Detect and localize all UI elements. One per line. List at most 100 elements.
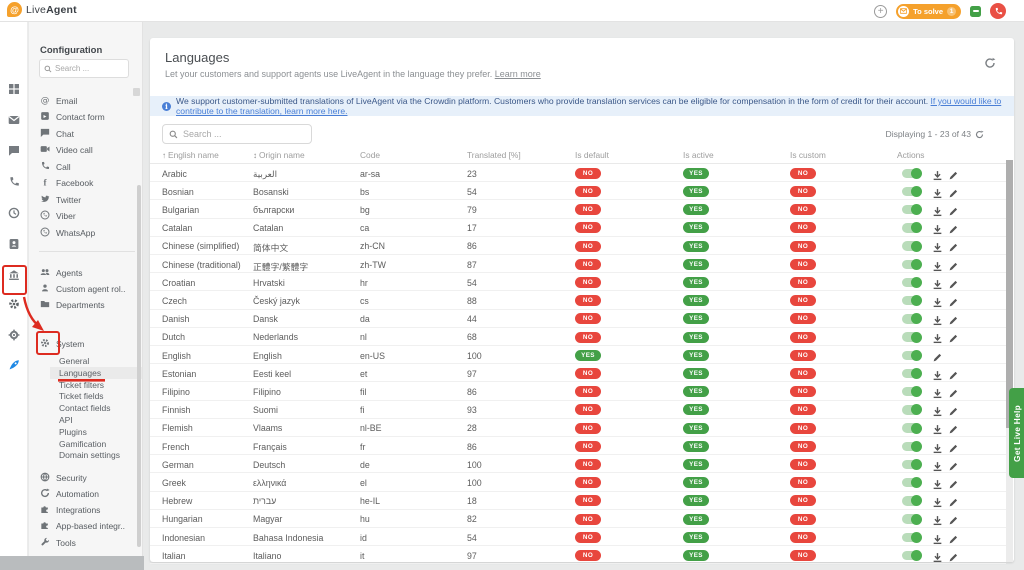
column-header-english-name[interactable]: ↑English name bbox=[162, 150, 219, 160]
refresh-icon[interactable] bbox=[975, 130, 984, 139]
learn-more-link[interactable]: Learn more bbox=[495, 69, 541, 79]
setup-icon[interactable] bbox=[8, 328, 20, 340]
active-toggle[interactable] bbox=[902, 442, 921, 452]
download-icon[interactable] bbox=[932, 295, 944, 307]
config-item-email[interactable]: @Email bbox=[40, 94, 77, 107]
config-item-video-call[interactable]: Video call bbox=[40, 144, 93, 157]
edit-icon[interactable] bbox=[948, 495, 960, 507]
active-toggle[interactable] bbox=[902, 405, 921, 415]
config-item-call[interactable]: Call bbox=[40, 160, 71, 173]
config-subitem-gamification[interactable]: Gamification bbox=[59, 438, 106, 450]
table-search-box[interactable] bbox=[162, 124, 312, 144]
active-toggle[interactable] bbox=[902, 278, 921, 288]
edit-icon[interactable] bbox=[948, 477, 960, 489]
edit-icon[interactable] bbox=[948, 404, 960, 416]
config-subitem-api[interactable]: API bbox=[59, 414, 73, 426]
download-icon[interactable] bbox=[932, 368, 944, 380]
active-toggle[interactable] bbox=[902, 369, 921, 379]
active-toggle[interactable] bbox=[902, 296, 921, 306]
active-toggle[interactable] bbox=[902, 314, 921, 324]
edit-icon[interactable] bbox=[948, 277, 960, 289]
active-toggle[interactable] bbox=[902, 387, 921, 397]
download-icon[interactable] bbox=[932, 331, 944, 343]
edit-icon[interactable] bbox=[948, 313, 960, 325]
active-toggle[interactable] bbox=[902, 533, 921, 543]
active-toggle[interactable] bbox=[902, 460, 921, 470]
config-subitem-general[interactable]: General bbox=[59, 355, 89, 367]
refresh-button[interactable] bbox=[984, 56, 996, 74]
chat-status-icon[interactable] bbox=[970, 6, 981, 17]
config-item-automation[interactable]: Automation bbox=[40, 487, 99, 500]
config-search-input[interactable] bbox=[55, 64, 117, 73]
edit-icon[interactable] bbox=[948, 240, 960, 252]
contacts-icon[interactable] bbox=[8, 237, 20, 249]
download-icon[interactable] bbox=[932, 422, 944, 434]
download-icon[interactable] bbox=[932, 495, 944, 507]
config-item-security[interactable]: Security bbox=[40, 471, 87, 484]
chat-icon[interactable] bbox=[8, 144, 20, 156]
liveagent-logo[interactable]: @ LiveAgent bbox=[7, 2, 77, 17]
edit-icon[interactable] bbox=[948, 295, 960, 307]
edit-icon[interactable] bbox=[948, 459, 960, 471]
config-item-app-based-integr-[interactable]: App-based integr.. bbox=[40, 520, 125, 533]
active-toggle[interactable] bbox=[902, 187, 921, 197]
edit-icon[interactable] bbox=[948, 441, 960, 453]
download-icon[interactable] bbox=[932, 277, 944, 289]
history-icon[interactable] bbox=[8, 206, 20, 218]
edit-icon[interactable] bbox=[948, 186, 960, 198]
download-icon[interactable] bbox=[932, 404, 944, 416]
active-toggle[interactable] bbox=[902, 496, 921, 506]
active-toggle[interactable] bbox=[902, 332, 921, 342]
config-subitem-domain-settings[interactable]: Domain settings bbox=[59, 449, 120, 461]
download-icon[interactable] bbox=[932, 459, 944, 471]
active-toggle[interactable] bbox=[902, 241, 921, 251]
download-icon[interactable] bbox=[932, 186, 944, 198]
edit-icon[interactable] bbox=[948, 331, 960, 343]
edit-icon[interactable] bbox=[948, 168, 960, 180]
edit-icon[interactable] bbox=[948, 259, 960, 271]
edit-icon[interactable] bbox=[948, 550, 960, 562]
edit-icon[interactable] bbox=[948, 368, 960, 380]
download-icon[interactable] bbox=[932, 550, 944, 562]
config-item-agents[interactable]: Agents bbox=[40, 266, 82, 279]
config-item-facebook[interactable]: fFacebook bbox=[40, 177, 93, 190]
active-toggle[interactable] bbox=[902, 551, 921, 561]
phone-icon[interactable] bbox=[8, 175, 20, 187]
edit-icon[interactable] bbox=[948, 513, 960, 525]
config-item-system[interactable]: System bbox=[40, 337, 84, 350]
download-icon[interactable] bbox=[932, 386, 944, 398]
download-icon[interactable] bbox=[932, 441, 944, 453]
download-icon[interactable] bbox=[932, 240, 944, 252]
rocket-icon[interactable] bbox=[8, 358, 20, 370]
column-header-origin-name[interactable]: ↕Origin name bbox=[253, 150, 305, 160]
active-toggle[interactable] bbox=[902, 423, 921, 433]
download-icon[interactable] bbox=[932, 313, 944, 325]
bank-icon[interactable] bbox=[8, 268, 20, 280]
edit-icon[interactable] bbox=[948, 222, 960, 234]
edit-icon[interactable] bbox=[948, 532, 960, 544]
mail-icon[interactable] bbox=[8, 113, 20, 125]
download-icon[interactable] bbox=[932, 477, 944, 489]
to-solve-button[interactable]: To solve 1 bbox=[896, 4, 961, 19]
download-icon[interactable] bbox=[932, 222, 944, 234]
get-live-help-tab[interactable]: Get Live Help bbox=[1009, 388, 1024, 478]
active-toggle[interactable] bbox=[902, 169, 921, 179]
edit-icon[interactable] bbox=[948, 422, 960, 434]
config-scrollbar[interactable] bbox=[137, 185, 141, 547]
panel-pin-icon[interactable] bbox=[133, 88, 140, 96]
config-item-tools[interactable]: Tools bbox=[40, 536, 76, 549]
config-subitem-languages[interactable]: Languages bbox=[50, 367, 142, 379]
active-toggle[interactable] bbox=[902, 351, 921, 361]
active-toggle[interactable] bbox=[902, 223, 921, 233]
edit-icon[interactable] bbox=[948, 386, 960, 398]
config-item-departments[interactable]: Departments bbox=[40, 298, 105, 311]
download-icon[interactable] bbox=[932, 168, 944, 180]
edit-icon[interactable] bbox=[948, 204, 960, 216]
config-subitem-plugins[interactable]: Plugins bbox=[59, 426, 87, 438]
config-subitem-ticket-fields[interactable]: Ticket fields bbox=[59, 390, 104, 402]
main-scrollbar[interactable] bbox=[1006, 160, 1013, 562]
config-item-whatsapp[interactable]: WhatsApp bbox=[40, 226, 95, 239]
config-item-custom-agent-rol-[interactable]: Custom agent rol.. bbox=[40, 282, 125, 295]
active-toggle[interactable] bbox=[902, 514, 921, 524]
config-item-chat[interactable]: Chat bbox=[40, 127, 74, 140]
